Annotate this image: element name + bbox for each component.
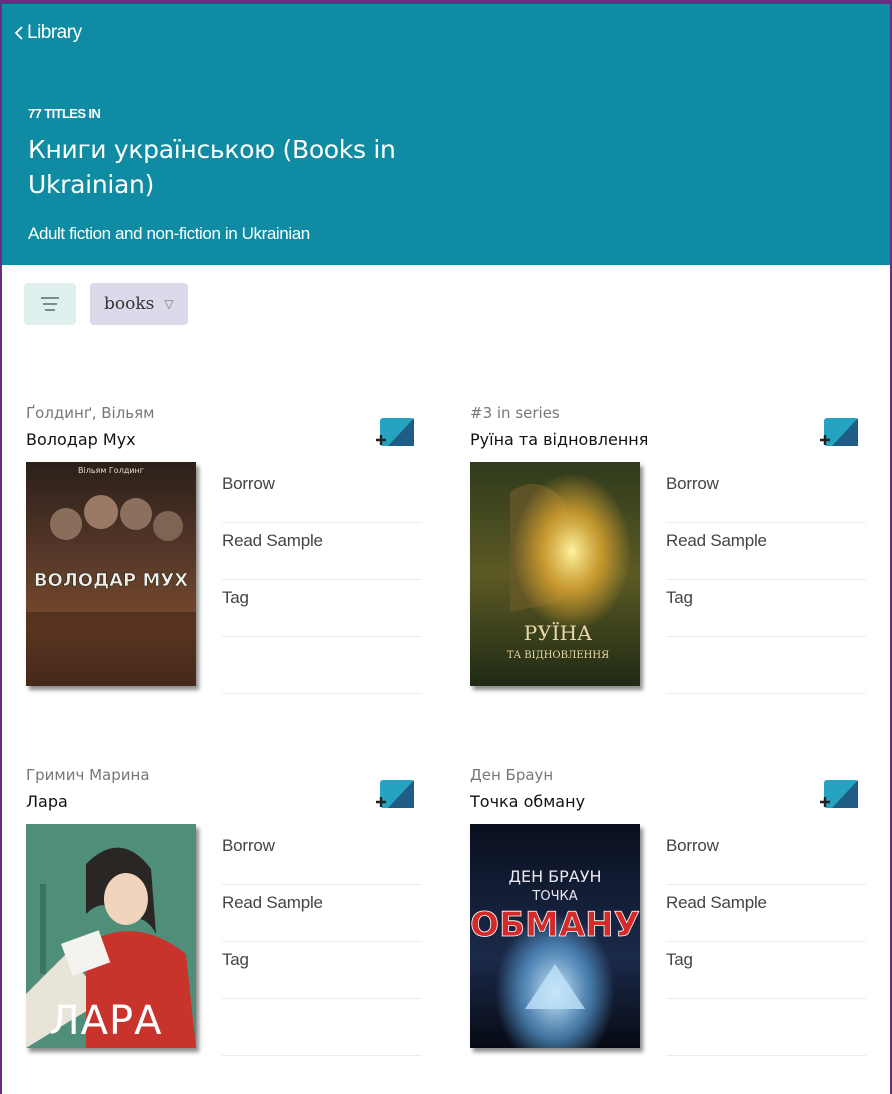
borrow-button[interactable]: Borrow bbox=[666, 466, 866, 523]
funnel-icon: ▽ bbox=[164, 297, 174, 311]
add-to-list-icon[interactable] bbox=[818, 414, 860, 452]
book-cover[interactable]: ЛАРА bbox=[26, 824, 196, 1048]
book-actions: Borrow Read Sample Tag bbox=[666, 828, 866, 1056]
book-actions: Borrow Read Sample Tag bbox=[222, 828, 422, 1056]
actions-spacer bbox=[222, 637, 422, 694]
book-actions: Borrow Read Sample Tag bbox=[222, 466, 422, 694]
book-card: Ден Браун Точка обману ДЕН БРАУН ТОЧКА О… bbox=[470, 766, 870, 1086]
book-actions: Borrow Read Sample Tag bbox=[666, 466, 866, 694]
toolbar: books ▽ bbox=[24, 283, 188, 325]
book-series[interactable]: #3 in series bbox=[470, 404, 560, 422]
collection-header: Library 77 TITLES IN Книги українською (… bbox=[2, 4, 890, 265]
cover-author-text: ДЕН БРАУН bbox=[508, 867, 601, 886]
back-to-library-link[interactable]: Library bbox=[14, 22, 82, 44]
cover-author-text: Вільям Голдинг bbox=[78, 466, 144, 475]
book-card: Гримич Марина Лара ЛАРА Borrow Read Samp… bbox=[26, 766, 426, 1086]
borrow-button[interactable]: Borrow bbox=[222, 466, 422, 523]
actions-spacer bbox=[666, 637, 866, 694]
book-author[interactable]: Ден Браун bbox=[470, 766, 553, 784]
book-cover[interactable]: РУЇНА ТА ВІДНОВЛЕННЯ bbox=[470, 462, 640, 686]
chevron-left-icon bbox=[14, 26, 23, 40]
book-title[interactable]: Руїна та відновлення bbox=[470, 430, 648, 449]
borrow-button[interactable]: Borrow bbox=[222, 828, 422, 885]
book-card: Ґолдинґ, Вільям Володар Мух Вільям Голди… bbox=[26, 404, 426, 724]
borrow-button[interactable]: Borrow bbox=[666, 828, 866, 885]
cover-subtitle-text: ТА ВІДНОВЛЕННЯ bbox=[507, 650, 609, 661]
book-author[interactable]: Гримич Марина bbox=[26, 766, 150, 784]
actions-spacer bbox=[666, 999, 866, 1056]
format-filter-chip[interactable]: books ▽ bbox=[90, 283, 188, 325]
sort-menu-button[interactable] bbox=[24, 283, 76, 325]
book-author[interactable]: Ґолдинґ, Вільям bbox=[26, 404, 154, 422]
add-to-list-icon[interactable] bbox=[818, 776, 860, 814]
add-to-list-icon[interactable] bbox=[374, 776, 416, 814]
collection-description: Adult fiction and non-fiction in Ukraini… bbox=[28, 224, 310, 243]
book-cover[interactable]: ДЕН БРАУН ТОЧКА ОБМАНУ bbox=[470, 824, 640, 1048]
cover-title-text: ВОЛОДАР МУХ bbox=[34, 570, 188, 591]
book-title[interactable]: Точка обману bbox=[470, 792, 585, 811]
read-sample-button[interactable]: Read Sample bbox=[222, 523, 422, 580]
hamburger-icon bbox=[41, 297, 59, 311]
cover-title-text: ЛАРА bbox=[50, 998, 163, 1044]
tag-button[interactable]: Tag bbox=[666, 942, 866, 999]
add-to-list-icon[interactable] bbox=[374, 414, 416, 452]
tag-button[interactable]: Tag bbox=[666, 580, 866, 637]
actions-spacer bbox=[222, 999, 422, 1056]
title-count: 77 TITLES IN bbox=[28, 106, 101, 121]
tag-button[interactable]: Tag bbox=[222, 580, 422, 637]
cover-title-text: ОБМАНУ bbox=[470, 905, 640, 945]
cover-title-text: РУЇНА bbox=[524, 621, 592, 645]
tag-button[interactable]: Tag bbox=[222, 942, 422, 999]
read-sample-button[interactable]: Read Sample bbox=[666, 523, 866, 580]
back-link-label: Library bbox=[27, 22, 82, 43]
filter-chip-label: books bbox=[104, 294, 155, 314]
read-sample-button[interactable]: Read Sample bbox=[666, 885, 866, 942]
book-title[interactable]: Лара bbox=[26, 792, 68, 811]
book-cover[interactable]: Вільям Голдинг ВОЛОДАР МУХ bbox=[26, 462, 196, 686]
book-title[interactable]: Володар Мух bbox=[26, 430, 136, 449]
page-title: Книги українською (Books in Ukrainian) bbox=[28, 135, 396, 199]
book-card: #3 in series Руїна та відновлення РУЇНА … bbox=[470, 404, 870, 724]
read-sample-button[interactable]: Read Sample bbox=[222, 885, 422, 942]
cover-subtitle-text: ТОЧКА bbox=[531, 889, 577, 904]
